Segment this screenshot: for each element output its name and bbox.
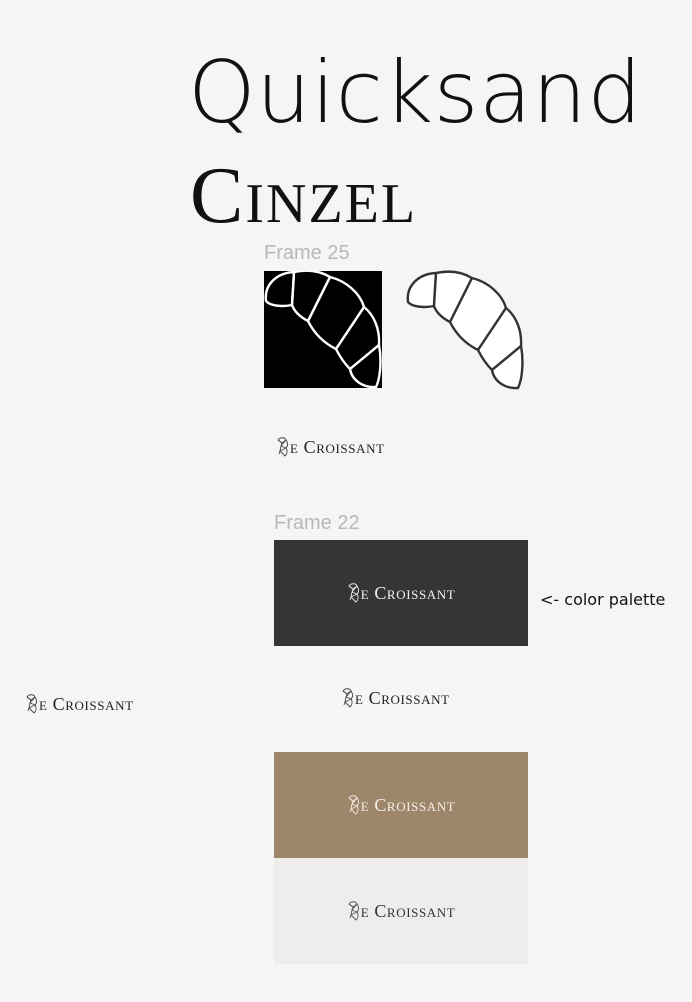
croissant-mark-icon (348, 901, 359, 921)
wordmark-text: e Croissant (360, 795, 456, 815)
croissant-mark-icon (277, 437, 288, 457)
font-sample-cinzel: Cinzel (190, 152, 418, 240)
croissant-mark-icon (348, 795, 359, 815)
swatch-cream[interactable]: e Croissant (274, 858, 528, 964)
croissant-mark-icon (342, 688, 353, 708)
wordmark-text: e Croissant (360, 901, 456, 921)
wordmark-on-cream: e Croissant (347, 901, 456, 921)
swatch-brown[interactable]: e Croissant (274, 752, 528, 858)
wordmark-text: e Croissant (355, 688, 450, 708)
croissant-icon (406, 270, 524, 390)
croissant-icon-inverted-tile[interactable] (264, 271, 382, 388)
wordmark-left[interactable]: e Croissant (25, 694, 134, 714)
wordmark-on-dark: e Croissant (347, 583, 456, 603)
font-sample-quicksand: Quicksand (188, 43, 643, 143)
croissant-icon-outline[interactable] (400, 268, 526, 390)
frame-25-label[interactable]: Frame 25 (264, 242, 350, 265)
wordmark-text: e Croissant (360, 583, 456, 603)
wordmark-text: e Croissant (290, 437, 385, 457)
croissant-icon (264, 271, 382, 388)
croissant-mark-icon (26, 694, 37, 714)
wordmark-on-brown: e Croissant (347, 795, 456, 815)
swatch-dark[interactable]: e Croissant (274, 540, 528, 646)
frame-22-label[interactable]: Frame 22 (274, 512, 360, 535)
wordmark-on-light[interactable]: e Croissant (341, 688, 450, 708)
wordmark-light[interactable]: e Croissant (276, 437, 385, 457)
palette-annotation: <- color palette (540, 590, 666, 609)
croissant-mark-icon (348, 583, 359, 603)
wordmark-text: e Croissant (39, 694, 134, 714)
